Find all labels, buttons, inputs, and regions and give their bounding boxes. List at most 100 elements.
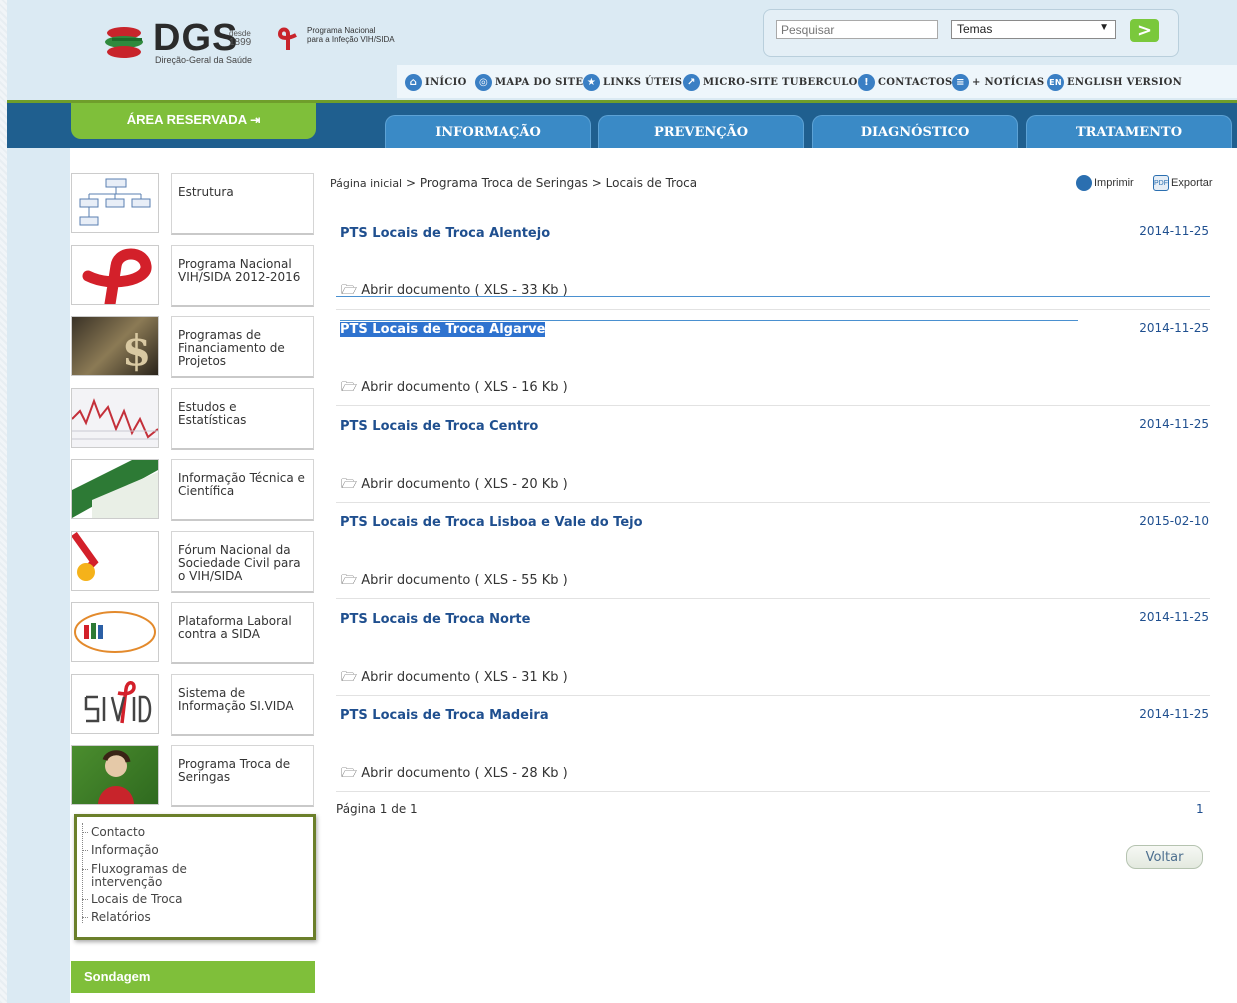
- doc-open-link[interactable]: 🗁 Abrir documento ( XLS - 33 Kb ): [341, 281, 568, 303]
- tree-item-contacto[interactable]: Contacto: [82, 826, 145, 839]
- doc-open-link[interactable]: 🗁 Abrir documento ( XLS - 20 Kb ): [341, 475, 568, 497]
- person-icon: [98, 750, 134, 804]
- program-logo-text: Programa Nacional para a Infeção VIH/SID…: [307, 26, 395, 44]
- tab-tratamento[interactable]: TRATAMENTO: [1026, 115, 1232, 148]
- financiamento-thumbnail[interactable]: $: [71, 316, 159, 376]
- tab-informacao[interactable]: INFORMAÇÃO: [385, 115, 591, 148]
- doc-title-algarve[interactable]: PTS Locais de Troca Algarve: [340, 322, 546, 337]
- doc-separator: [336, 502, 1210, 503]
- breadcrumb-current: Locais de Troca: [605, 176, 698, 190]
- breadcrumb-programa[interactable]: Programa Troca de Seringas: [420, 176, 588, 190]
- en-flag-icon: EN: [1047, 74, 1064, 91]
- informacao-tecnica-thumbnail[interactable]: [71, 459, 159, 519]
- info-icon: !: [858, 74, 875, 91]
- tree-item-relatorios[interactable]: Relatórios: [82, 911, 151, 924]
- doc-separator: [336, 309, 1210, 310]
- svg-text:$: $: [122, 326, 151, 375]
- search-input[interactable]: [776, 20, 938, 39]
- doc-separator: [336, 598, 1210, 599]
- sidebar-item-estrutura[interactable]: Estrutura: [171, 173, 314, 235]
- dgs-logo-text[interactable]: DGS: [153, 18, 238, 58]
- print-button[interactable]: Imprimir: [1076, 175, 1134, 191]
- estudos-thumbnail[interactable]: [71, 388, 159, 448]
- doc-separator: [336, 405, 1210, 406]
- sidebar-item-forum[interactable]: Fórum Nacional da Sociedade Civil para o…: [171, 531, 314, 593]
- folder-open-icon: 🗁: [341, 573, 358, 588]
- doc-open-link[interactable]: 🗁 Abrir documento ( XLS - 28 Kb ): [341, 764, 568, 786]
- troca-seringas-thumbnail[interactable]: [71, 745, 159, 805]
- red-ribbon-icon: [82, 248, 152, 304]
- sitemap-icon: ◎: [475, 74, 492, 91]
- programa-nacional-thumbnail[interactable]: [71, 245, 159, 305]
- left-margin: [7, 148, 70, 1003]
- print-icon: [1076, 175, 1092, 191]
- toplink-links-uteis[interactable]: ★ LINKS ÚTEIS: [583, 74, 682, 91]
- line-chart-icon: [72, 398, 158, 440]
- tab-diagnostico[interactable]: DIAGNÓSTICO: [812, 115, 1018, 148]
- home-icon: ⌂: [405, 74, 422, 91]
- doc-separator-highlight: [336, 296, 1210, 297]
- news-icon: ≡: [952, 74, 969, 91]
- search-go-button[interactable]: >: [1130, 19, 1159, 42]
- folder-open-icon: 🗁: [341, 477, 358, 492]
- doc-date: 2014-11-25: [1139, 707, 1209, 721]
- logo-subtitle: Direção-Geral da Saúde: [155, 55, 253, 65]
- doc-date: 2014-11-25: [1139, 610, 1209, 624]
- sidebar-item-programa-nacional[interactable]: Programa Nacional VIH/SIDA 2012-2016: [171, 245, 314, 307]
- tree-item-fluxogramas[interactable]: Fluxogramas de intervenção: [82, 863, 221, 889]
- toplink-mapa-do-site[interactable]: ◎ MAPA DO SITE: [475, 74, 583, 91]
- sidebar-item-sivida[interactable]: Sistema de Informação SI.VIDA: [171, 674, 314, 736]
- doc-open-link[interactable]: 🗁 Abrir documento ( XLS - 31 Kb ): [341, 668, 568, 690]
- folder-open-icon: 🗁: [341, 380, 358, 395]
- plataforma-laboral-thumbnail[interactable]: [71, 602, 159, 662]
- breadcrumb-separator: >: [591, 176, 602, 190]
- logo-since: desde 1899: [229, 29, 252, 48]
- doc-separator: [336, 791, 1210, 792]
- breadcrumb-home[interactable]: Página inicial: [330, 177, 402, 190]
- toplink-contactos[interactable]: ! CONTACTOS: [858, 74, 953, 91]
- tab-prevencao[interactable]: PREVENÇÃO: [598, 115, 804, 148]
- sidebar-item-financiamento[interactable]: Programas de Financiamento de Projetos: [171, 316, 314, 378]
- tree-item-locais-de-troca[interactable]: Locais de Troca: [82, 893, 183, 906]
- sidebar-item-informacao-tecnica[interactable]: Informação Técnica e Científica: [171, 459, 314, 521]
- doc-open-link[interactable]: 🗁 Abrir documento ( XLS - 16 Kb ): [341, 378, 568, 400]
- dollar-icon: $: [122, 326, 151, 375]
- sivida-logo-icon: [84, 681, 152, 724]
- estrutura-thumbnail[interactable]: [71, 173, 159, 233]
- sondagem-header: Sondagem: [71, 961, 315, 993]
- doc-separator: [336, 695, 1210, 696]
- folder-open-icon: 🗁: [341, 766, 358, 781]
- tree-item-informacao[interactable]: Informação: [82, 844, 159, 857]
- doc-title-lisboa[interactable]: PTS Locais de Troca Lisboa e Vale do Tej…: [340, 515, 643, 530]
- doc-title-norte[interactable]: PTS Locais de Troca Norte: [340, 612, 530, 627]
- doc-date: 2014-11-25: [1139, 321, 1209, 335]
- folder-open-icon: 🗁: [341, 670, 358, 685]
- sidebar-item-plataforma-laboral[interactable]: Plataforma Laboral contra a SIDA: [171, 602, 314, 664]
- dropdown-arrow-icon: ▼: [1099, 22, 1109, 33]
- pagination-page-link[interactable]: 1: [1196, 802, 1204, 816]
- toplink-noticias[interactable]: ≡ + NOTÍCIAS: [952, 74, 1044, 91]
- dgs-logo-icon[interactable]: [104, 25, 148, 61]
- toplink-inicio[interactable]: ⌂ INÍCIO: [405, 74, 467, 91]
- sivida-thumbnail[interactable]: [71, 674, 159, 734]
- doc-open-link[interactable]: 🗁 Abrir documento ( XLS - 55 Kb ): [341, 571, 568, 593]
- tree-line: [82, 823, 84, 923]
- toplink-micro-site[interactable]: ↗ MICRO-SITE TUBERCULOSE: [683, 74, 873, 91]
- star-icon: ★: [583, 74, 600, 91]
- area-reservada-button[interactable]: ÁREA RESERVADA ⇥: [71, 103, 316, 139]
- ribbon-logo-icon[interactable]: [276, 26, 300, 52]
- sidebar-item-troca-seringas[interactable]: Programa Troca de Seringas: [171, 745, 314, 807]
- forum-thumbnail[interactable]: [71, 531, 159, 591]
- forum-logo-icon: [72, 532, 158, 588]
- pagination-info: Página 1 de 1: [336, 802, 418, 816]
- temas-selected: Temas: [957, 22, 993, 36]
- export-button[interactable]: PDF Exportar: [1153, 175, 1213, 191]
- submenu-tree: Contacto Informação Fluxogramas de inter…: [74, 814, 316, 940]
- temas-select[interactable]: Temas ▼: [951, 20, 1116, 39]
- voltar-button[interactable]: Voltar: [1126, 845, 1203, 869]
- doc-title-centro[interactable]: PTS Locais de Troca Centro: [340, 419, 538, 434]
- doc-title-alentejo[interactable]: PTS Locais de Troca Alentejo: [340, 226, 550, 241]
- toplink-english[interactable]: EN ENGLISH VERSION: [1047, 74, 1182, 91]
- sidebar-item-estudos[interactable]: Estudos e Estatísticas: [171, 388, 314, 450]
- doc-title-madeira[interactable]: PTS Locais de Troca Madeira: [340, 708, 549, 723]
